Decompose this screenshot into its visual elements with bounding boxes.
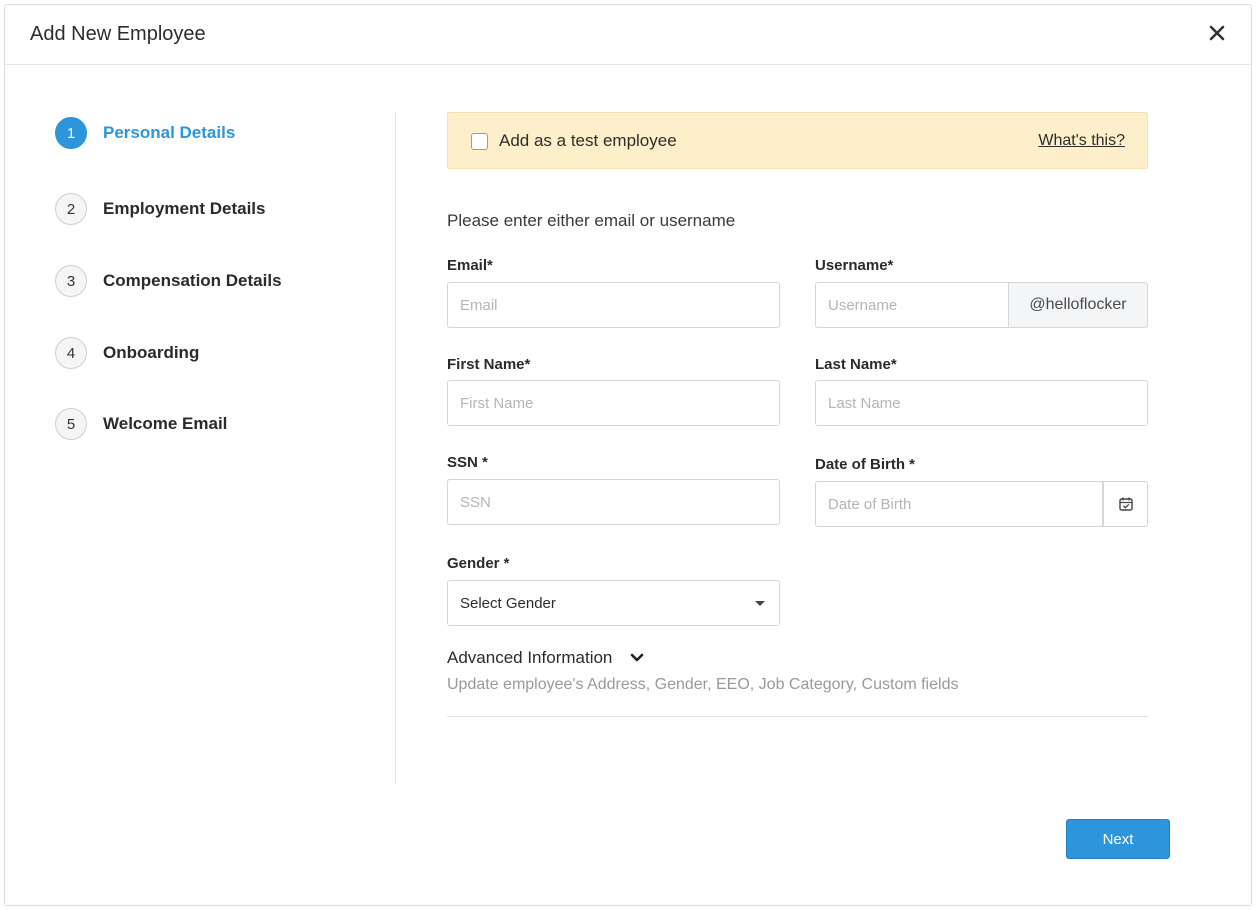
step-label: Welcome Email [103, 414, 228, 433]
step-number: 4 [55, 337, 87, 369]
dob-label: Date of Birth * [815, 456, 916, 473]
email-input[interactable]: Email [447, 282, 780, 328]
username-domain-suffix: @helloflocker [1009, 282, 1148, 328]
caret-down-icon [755, 601, 765, 606]
form-instructions: Please enter either email or username [447, 211, 736, 230]
step-onboarding[interactable]: 4 Onboarding [55, 336, 375, 370]
horizontal-divider [447, 716, 1148, 717]
step-number: 1 [55, 117, 87, 149]
chevron-down-icon [630, 653, 644, 663]
gender-select-value: Select Gender [460, 594, 556, 612]
vertical-divider [395, 112, 396, 784]
step-label: Personal Details [103, 123, 236, 142]
email-label: Email* [447, 257, 493, 274]
step-label: Compensation Details [103, 271, 282, 290]
last-name-label: Last Name* [815, 356, 897, 373]
step-number: 5 [55, 408, 87, 440]
step-label: Employment Details [103, 199, 266, 218]
advanced-information-toggle[interactable]: Advanced Information [447, 648, 644, 668]
ssn-input[interactable]: SSN [447, 479, 780, 525]
test-employee-label[interactable]: Add as a test employee [499, 131, 677, 151]
test-employee-banner: Add as a test employee What's this? [447, 112, 1148, 169]
last-name-input[interactable]: Last Name [815, 380, 1148, 426]
dob-input[interactable]: Date of Birth [815, 481, 1103, 527]
step-number: 2 [55, 193, 87, 225]
step-personal-details[interactable]: 1 Personal Details [55, 116, 375, 150]
test-employee-checkbox[interactable] [471, 133, 488, 150]
advanced-information-title: Advanced Information [447, 648, 613, 667]
calendar-icon[interactable] [1103, 481, 1148, 527]
username-input[interactable]: Username [815, 282, 1009, 328]
step-employment-details[interactable]: 2 Employment Details [55, 192, 375, 226]
close-icon[interactable] [1207, 23, 1227, 43]
username-label: Username* [815, 257, 894, 274]
modal-title: Add New Employee [30, 23, 206, 45]
step-welcome-email[interactable]: 5 Welcome Email [55, 407, 375, 441]
step-number: 3 [55, 265, 87, 297]
modal-header: Add New Employee [5, 5, 1251, 65]
step-label: Onboarding [103, 343, 200, 362]
step-compensation-details[interactable]: 3 Compensation Details [55, 264, 375, 298]
next-button[interactable]: Next [1066, 819, 1170, 859]
first-name-input[interactable]: First Name [447, 380, 780, 426]
first-name-label: First Name* [447, 356, 531, 373]
whats-this-link[interactable]: What's this? [1038, 132, 1125, 150]
gender-label: Gender * [447, 555, 510, 572]
gender-select[interactable]: Select Gender [447, 580, 780, 626]
advanced-information-subtitle: Update employee's Address, Gender, EEO, … [447, 676, 959, 693]
ssn-label: SSN * [447, 454, 488, 471]
